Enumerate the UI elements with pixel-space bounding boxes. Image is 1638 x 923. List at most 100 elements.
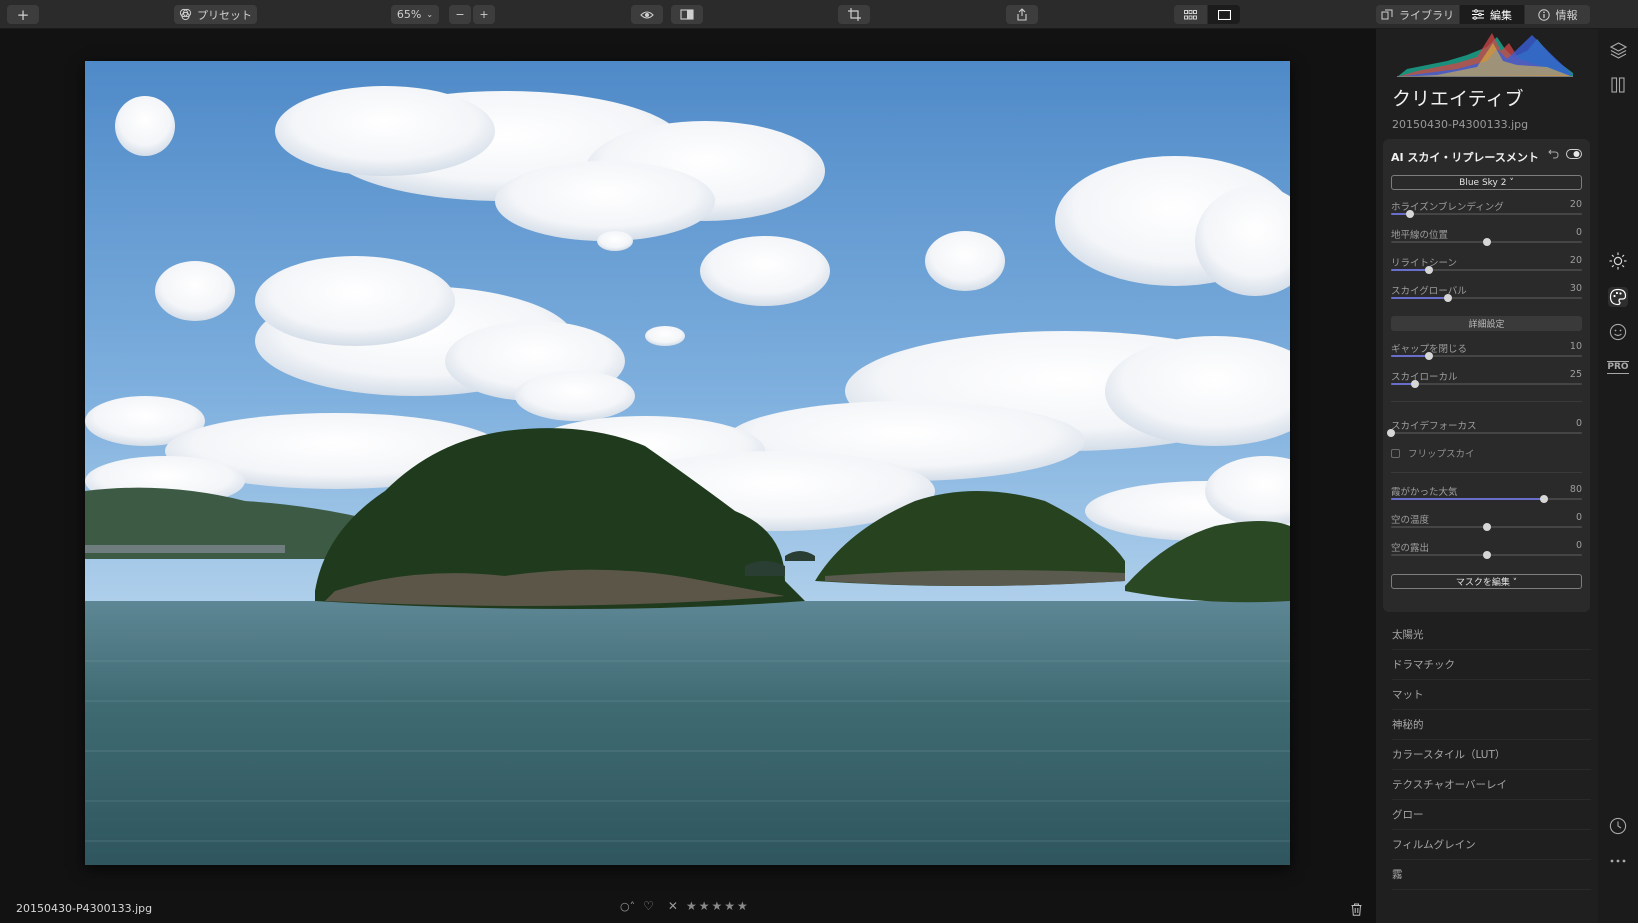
zoom-select[interactable]: 65% ⌄ <box>391 5 439 24</box>
section-matte[interactable]: マット <box>1392 680 1591 710</box>
preset-button[interactable]: プリセット <box>174 5 257 24</box>
slider-label: 霞がかった大気 <box>1391 487 1458 498</box>
tab-info-label: 情報 <box>1555 8 1578 22</box>
slider-label: リライトシーン <box>1391 258 1458 269</box>
slider-value: 0 <box>1575 540 1582 551</box>
section-glow[interactable]: グロー <box>1392 800 1591 830</box>
share-button[interactable] <box>1006 5 1038 24</box>
slider-knob[interactable] <box>1387 429 1395 437</box>
tab-info[interactable]: 情報 <box>1524 5 1590 24</box>
pro-tools-icon[interactable]: PRO <box>1607 357 1629 377</box>
slider-horizon-position[interactable]: 地平線の位置 0 <box>1391 227 1582 253</box>
creative-palette-icon[interactable] <box>1608 287 1628 307</box>
slider-knob[interactable] <box>1444 294 1453 302</box>
slider-knob[interactable] <box>1410 380 1419 388</box>
slider-fill <box>1391 297 1449 299</box>
add-button[interactable]: + <box>7 5 39 24</box>
star-rating[interactable]: ★★★★★ <box>686 899 750 913</box>
slider-knob[interactable] <box>1406 210 1415 218</box>
zoom-in-button[interactable]: + <box>473 5 495 24</box>
photo-preview[interactable] <box>85 61 1290 865</box>
tab-library[interactable]: ライブラリ <box>1376 5 1459 24</box>
slider-label: 空の温度 <box>1391 515 1430 526</box>
slider-value: 25 <box>1569 369 1582 380</box>
preset-icon <box>179 8 192 21</box>
mode-tabs: ライブラリ 編集 情報 <box>1376 5 1590 24</box>
chevron-down-icon: ⌄ <box>426 10 434 19</box>
flip-sky-label: フリップスカイ <box>1408 449 1475 460</box>
slider-relight-scene[interactable]: リライトシーン 20 <box>1391 255 1582 281</box>
layers-icon[interactable] <box>1608 40 1628 60</box>
slider-track <box>1391 213 1582 215</box>
checkbox-box[interactable] <box>1391 448 1400 458</box>
grid-icon <box>1184 9 1197 19</box>
slider-fill <box>1391 269 1430 271</box>
portrait-face-icon[interactable] <box>1608 322 1628 342</box>
ai-sky-replacement-tool: AI スカイ・リプレースメント Blue Sky 2 ˅ ホライズンブレンディン… <box>1383 139 1590 612</box>
slider-close-gap[interactable]: ギャップを閉じる 10 <box>1391 341 1582 367</box>
compare-icon <box>680 9 694 20</box>
panel-filename: 20150430-P4300133.jpg <box>1392 118 1529 131</box>
divider <box>1391 472 1582 473</box>
library-icon <box>1381 9 1393 20</box>
grid-view-button[interactable] <box>1174 5 1207 24</box>
tab-edit[interactable]: 編集 <box>1459 5 1524 24</box>
tool-header-controls <box>1548 148 1582 159</box>
section-mystical[interactable]: 神秘的 <box>1392 710 1591 740</box>
reject-icon[interactable]: ✕ <box>668 899 678 913</box>
zoom-out-button[interactable]: − <box>449 5 471 24</box>
slider-label: 空の露出 <box>1391 543 1430 554</box>
compare-button[interactable] <box>671 5 703 24</box>
section-color-styles-lut[interactable]: カラースタイル（LUT） <box>1392 740 1591 770</box>
flip-sky-checkbox[interactable]: フリップスカイ <box>1391 446 1475 460</box>
minus-icon: − <box>455 8 465 21</box>
section-texture-overlay[interactable]: テクスチャオーバーレイ <box>1392 770 1591 800</box>
slider-sky-exposure[interactable]: 空の露出 0 <box>1391 540 1582 566</box>
preview-button[interactable] <box>631 5 663 24</box>
view-mode-toggle <box>1174 5 1240 24</box>
section-film-grain[interactable]: フィルムグレイン <box>1392 830 1591 860</box>
slider-sky-defocus[interactable]: スカイデフォーカス 0 <box>1387 418 1582 444</box>
eye-icon <box>640 10 654 19</box>
share-icon <box>1017 8 1027 21</box>
color-label-icon[interactable]: ○˄ <box>620 900 635 913</box>
advanced-settings-button[interactable]: 詳細設定 <box>1391 316 1582 331</box>
slider-hazy-atmosphere[interactable]: 霞がかった大気 80 <box>1391 484 1582 510</box>
slider-value: 20 <box>1569 199 1582 210</box>
image-canvas <box>0 29 1375 923</box>
slider-value: 0 <box>1575 227 1582 238</box>
slider-sky-temperature[interactable]: 空の温度 0 <box>1391 512 1582 538</box>
slider-value: 0 <box>1575 512 1582 523</box>
visibility-toggle-icon[interactable] <box>1566 148 1582 159</box>
single-view-button[interactable] <box>1207 5 1240 24</box>
more-options-icon[interactable] <box>1608 851 1628 871</box>
section-dramatic[interactable]: ドラマチック <box>1392 650 1591 680</box>
canvas-tools-icon[interactable] <box>1608 75 1628 95</box>
slider-knob[interactable] <box>1425 352 1434 360</box>
crop-button[interactable] <box>838 5 870 24</box>
section-sunrays[interactable]: 太陽光 <box>1392 620 1591 650</box>
slider-label: スカイグローバル <box>1391 286 1467 297</box>
slider-knob[interactable] <box>1482 523 1491 531</box>
slider-sky-local[interactable]: スカイローカル 25 <box>1391 369 1582 395</box>
pro-label: PRO <box>1607 360 1629 374</box>
slider-knob[interactable] <box>1482 551 1491 559</box>
slider-value: 0 <box>1575 418 1582 429</box>
slider-knob[interactable] <box>1425 266 1434 274</box>
histogram <box>1397 33 1573 77</box>
edit-mask-button[interactable]: マスクを編集 ˅ <box>1391 574 1582 589</box>
heart-icon[interactable]: ♡ <box>643 899 654 913</box>
slider-knob[interactable] <box>1482 238 1491 246</box>
section-fog[interactable]: 霧 <box>1392 860 1591 890</box>
top-toolbar: + プリセット 65% ⌄ − + ライブラリ 編集 情報 <box>0 0 1638 29</box>
trash-icon[interactable] <box>1351 901 1362 920</box>
essentials-sun-icon[interactable] <box>1608 251 1628 271</box>
history-clock-icon[interactable] <box>1608 816 1628 836</box>
slider-sky-global[interactable]: スカイグローバル 30 <box>1391 283 1582 309</box>
slider-value: 80 <box>1569 484 1582 495</box>
slider-knob[interactable] <box>1539 495 1548 503</box>
undo-icon[interactable] <box>1548 148 1559 159</box>
slider-value: 30 <box>1569 283 1582 294</box>
sky-select-dropdown[interactable]: Blue Sky 2 ˅ <box>1391 175 1582 190</box>
slider-horizon-blending[interactable]: ホライズンブレンディング 20 <box>1391 199 1582 225</box>
